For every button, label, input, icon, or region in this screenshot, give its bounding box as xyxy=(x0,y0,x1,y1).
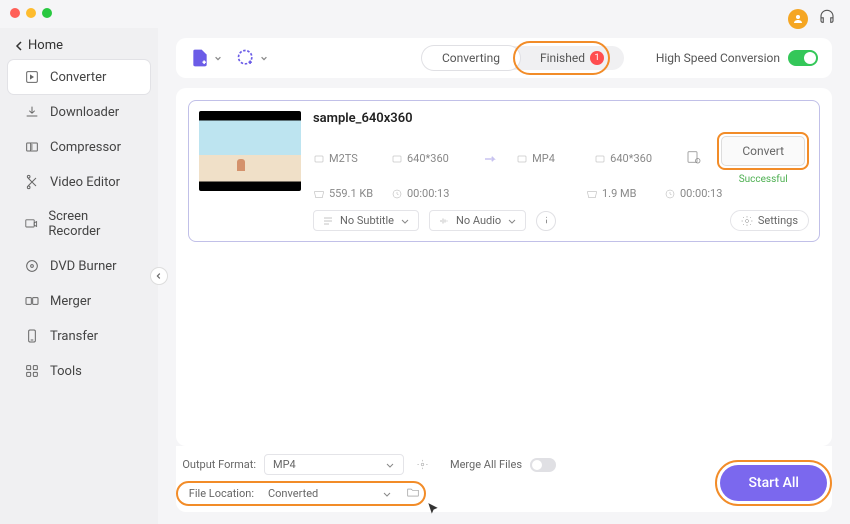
src-resolution: 640*360 xyxy=(391,152,453,165)
output-format-dropdown[interactable]: MP4 xyxy=(264,454,404,475)
toolbar: Converting Finished 1 High Speed Convers… xyxy=(176,38,832,78)
open-folder-button[interactable] xyxy=(406,485,420,502)
sidebar-item-label: Screen Recorder xyxy=(48,209,134,239)
sidebar: Home Converter Downloader Compressor Vid… xyxy=(0,28,158,524)
sidebar-item-merger[interactable]: Merger xyxy=(8,284,150,318)
footer: Output Format: MP4 Merge All Files xyxy=(176,446,832,512)
high-speed-label: High Speed Conversion xyxy=(656,51,780,65)
add-circle-button[interactable] xyxy=(236,48,268,68)
cursor-icon xyxy=(426,502,440,516)
src-format: M2TS xyxy=(313,152,375,165)
sidebar-item-label: Tools xyxy=(50,364,82,379)
window-controls xyxy=(10,8,52,18)
sidebar-item-label: Merger xyxy=(50,294,91,309)
item-title: sample_640x360 xyxy=(313,111,809,126)
output-format-label: Output Format: xyxy=(176,458,256,471)
add-file-button[interactable] xyxy=(190,48,222,68)
sidebar-item-converter[interactable]: Converter xyxy=(8,60,150,94)
sidebar-item-label: Compressor xyxy=(50,140,121,155)
sidebar-item-transfer[interactable]: Transfer xyxy=(8,319,150,353)
home-label: Home xyxy=(28,38,63,53)
conversion-item: sample_640x360 M2TS 640*360 MP4 640*360 xyxy=(188,100,820,242)
sidebar-item-downloader[interactable]: Downloader xyxy=(8,95,150,129)
tab-label: Converting xyxy=(442,51,500,65)
output-settings-button[interactable] xyxy=(412,455,432,475)
minimize-window-icon[interactable] xyxy=(26,8,36,18)
item-settings-button[interactable]: Settings xyxy=(730,210,809,231)
sidebar-item-video-editor[interactable]: Video Editor xyxy=(8,165,150,199)
merge-label: Merge All Files xyxy=(450,458,522,471)
sidebar-item-label: Video Editor xyxy=(50,175,120,190)
sidebar-item-label: Transfer xyxy=(50,329,98,344)
close-window-icon[interactable] xyxy=(10,8,20,18)
dst-format[interactable]: MP4 xyxy=(516,152,578,165)
start-all-button[interactable]: Start All xyxy=(720,465,827,501)
tab-converting[interactable]: Converting xyxy=(422,46,520,70)
tab-label: Finished xyxy=(540,51,585,65)
file-location-label: File Location: xyxy=(182,487,254,500)
sidebar-item-screen-recorder[interactable]: Screen Recorder xyxy=(8,200,150,248)
dst-duration: 00:00:13 xyxy=(664,187,726,200)
sidebar-collapse-handle[interactable] xyxy=(150,267,168,285)
convert-arrow-icon xyxy=(480,148,502,170)
convert-button[interactable]: Convert xyxy=(721,136,805,166)
home-button[interactable]: Home xyxy=(0,32,158,59)
sidebar-item-tools[interactable]: Tools xyxy=(8,354,150,388)
merge-toggle[interactable] xyxy=(530,458,556,472)
audio-dropdown[interactable]: No Audio xyxy=(429,210,526,231)
sidebar-item-dvd-burner[interactable]: DVD Burner xyxy=(8,249,150,283)
tabs: Converting Finished 1 xyxy=(422,46,624,70)
item-settings-icon[interactable] xyxy=(685,148,703,170)
video-thumbnail[interactable] xyxy=(199,111,301,191)
highlight-convert-button: Convert xyxy=(717,132,809,170)
content-area: sample_640x360 M2TS 640*360 MP4 640*360 xyxy=(176,88,832,446)
finished-badge: 1 xyxy=(590,51,604,65)
sidebar-item-label: Converter xyxy=(50,70,106,85)
highlight-file-location: File Location: Converted xyxy=(176,481,426,506)
support-icon[interactable] xyxy=(818,8,836,30)
status-text: Successful xyxy=(739,174,788,185)
dst-resolution: 640*360 xyxy=(594,152,656,165)
file-location-dropdown[interactable]: Converted xyxy=(260,484,400,503)
sidebar-item-label: Downloader xyxy=(50,105,119,120)
subtitle-dropdown[interactable]: No Subtitle xyxy=(313,210,419,231)
src-size: 559.1 KB xyxy=(313,187,375,200)
dst-size: 1.9 MB xyxy=(586,187,648,200)
sidebar-item-compressor[interactable]: Compressor xyxy=(8,130,150,164)
sidebar-item-label: DVD Burner xyxy=(50,259,117,274)
highlight-start-all: Start All xyxy=(715,460,832,506)
high-speed-toggle[interactable] xyxy=(788,50,818,66)
avatar[interactable] xyxy=(788,9,808,29)
info-button[interactable] xyxy=(536,211,556,231)
tab-finished[interactable]: Finished 1 xyxy=(520,46,624,70)
src-duration: 00:00:13 xyxy=(391,187,453,200)
maximize-window-icon[interactable] xyxy=(42,8,52,18)
